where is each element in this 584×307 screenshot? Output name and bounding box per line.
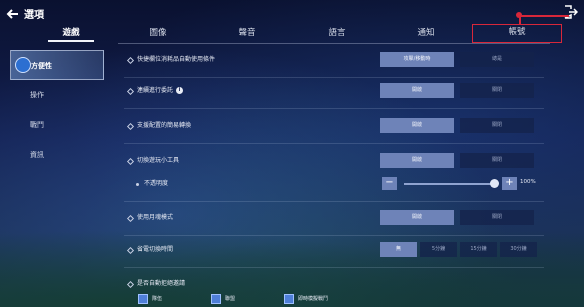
diamond-icon [126,214,135,223]
sidebar-item-controls[interactable]: 操作 [0,80,110,110]
row-divider [124,201,544,202]
option-button[interactable]: 開啟 [380,118,454,133]
setting-moon-mode: 使用月魂模式 開啟 關閉 [124,208,544,236]
diamond-icon [126,157,135,166]
diamond-icon [126,246,135,255]
row-divider [124,108,544,109]
highlight-connector [519,15,569,17]
option-button[interactable]: 開啟 [380,210,454,225]
diamond-icon [126,87,135,96]
sidebar-item-label: 操作 [30,91,44,99]
tab-divider [118,43,550,44]
option-button[interactable]: 關閉 [460,118,534,133]
setting-opacity: 不透明度 − + 100% [124,174,544,202]
setting-label: 切換遊玩小工具 [137,157,180,164]
setting-auto-decline: 是否自動拒絕邀請 [124,274,544,296]
checkbox-label: 即時模擬戰鬥 [298,296,329,302]
sidebar: 方便性 操作 戰鬥 資訊 [0,50,110,170]
setting-label: 省電切換時間 [137,246,174,253]
opacity-slider-track[interactable] [404,183,496,185]
row-divider [124,77,544,78]
option-button[interactable]: 15分鐘 [460,242,497,257]
setting-label: 是否自動拒絕邀請 [137,280,186,287]
checkbox-label: 隊伍 [152,296,163,302]
setting-quick-slot: 快捷欄位消耗品自動使用條件 攻擊/移動時 總是 [124,50,544,78]
setting-quick-switch: 支援配置的簡易轉換 開啟 關閉 [124,116,544,144]
option-button[interactable]: 總是 [460,52,534,67]
setting-label: 不透明度 [144,180,169,187]
setting-continuous-commission: 連續進行委託 i 開啟 關閉 [124,81,544,109]
option-button[interactable]: 開啟 [380,83,454,98]
option-button[interactable]: 開啟 [380,153,454,168]
tab-account[interactable]: 帳號 [472,24,562,43]
setting-label: 快捷欄位消耗品自動使用條件 [137,56,216,63]
setting-label: 支援配置的簡易轉換 [137,122,192,129]
sidebar-item-label: 資訊 [30,151,44,159]
option-button[interactable]: 5分鐘 [420,242,457,257]
sidebar-item-convenience[interactable]: 方便性 [10,50,104,80]
opacity-value: 100% [520,179,536,185]
tab-game[interactable]: 遊戲 [36,26,106,44]
page-title: 選項 [24,10,44,21]
alliance-checkbox[interactable] [211,294,221,304]
setting-power-save: 省電切換時間 無 5分鐘 15分鐘 30分鐘 [124,240,544,268]
tab-sound[interactable]: 聲音 [212,26,282,44]
setting-label: 連續進行委託 i [137,85,184,94]
tab-graphics[interactable]: 圖像 [123,26,193,44]
option-button[interactable]: 無 [380,242,417,257]
sidebar-item-combat[interactable]: 戰鬥 [0,110,110,140]
opacity-increase-button[interactable]: + [502,177,517,190]
sidebar-item-label: 方便性 [31,62,52,70]
tab-language[interactable]: 語言 [302,26,372,44]
auto-decline-options: 隊伍 聯盟 即時模擬戰鬥 [124,294,544,307]
diamond-icon [126,280,135,289]
diamond-icon [126,122,135,131]
option-button[interactable]: 關閉 [460,153,534,168]
tab-bar: 遊戲 圖像 聲音 語言 通知 帳號 [0,24,584,44]
option-button[interactable]: 30分鐘 [500,242,537,257]
checkbox-label: 聯盟 [225,296,236,302]
party-checkbox[interactable] [138,294,148,304]
opacity-decrease-button[interactable]: − [382,177,397,190]
option-button[interactable]: 關閉 [460,83,534,98]
diamond-icon [126,56,135,65]
sidebar-item-label: 戰鬥 [30,121,44,129]
sidebar-item-info[interactable]: 資訊 [0,140,110,170]
simulated-battle-checkbox[interactable] [284,294,294,304]
option-button[interactable]: 攻擊/移動時 [380,52,454,67]
tab-notification[interactable]: 通知 [391,26,461,44]
row-divider [124,143,544,144]
option-button[interactable]: 關閉 [460,210,534,225]
opacity-slider-handle[interactable] [490,179,499,188]
exit-icon[interactable] [562,4,578,20]
row-divider [124,235,544,236]
convenience-icon [15,57,31,73]
setting-label: 使用月魂模式 [137,214,174,221]
info-icon[interactable]: i [176,87,184,94]
row-divider [124,267,544,268]
back-arrow-icon[interactable] [6,7,20,21]
setting-mini-tool: 切換遊玩小工具 開啟 關閉 [124,151,544,173]
bullet-icon [136,183,139,186]
